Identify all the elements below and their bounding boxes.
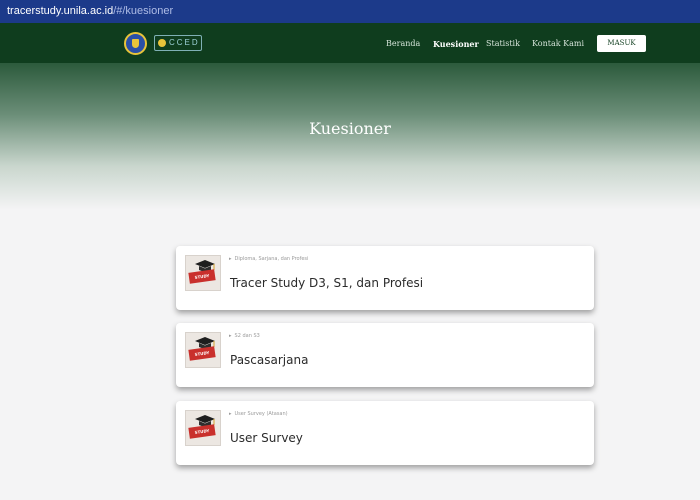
study-badge-icon: STUDY [188, 424, 216, 439]
top-navbar: CCED Beranda Kuesioner Statistik Kontak … [0, 23, 700, 63]
nav-link-statistik[interactable]: Statistik [486, 39, 520, 48]
page-title: Kuesioner [309, 119, 391, 138]
card-subtitle: Diploma, Sarjana, dan Profesi [229, 256, 309, 262]
questionnaire-card-d3-s1-profesi[interactable]: STUDY Diploma, Sarjana, dan Profesi Trac… [176, 246, 594, 310]
study-badge-icon: STUDY [188, 346, 216, 361]
card-thumbnail: STUDY [185, 332, 221, 368]
card-subtitle: User Survey (Atasan) [229, 411, 288, 417]
url-path: /#/kuesioner [113, 5, 174, 17]
questionnaire-card-user-survey[interactable]: STUDY User Survey (Atasan) User Survey [176, 401, 594, 465]
address-bar[interactable]: tracerstudy.unila.ac.id/#/kuesioner [0, 0, 700, 23]
nav-link-beranda[interactable]: Beranda [386, 39, 420, 48]
card-thumbnail: STUDY [185, 410, 221, 446]
cced-logo-text: CCED [169, 38, 200, 47]
nav-link-kontak-kami[interactable]: Kontak Kami [532, 39, 584, 48]
card-title: Pascasarjana [230, 353, 309, 367]
study-badge-icon: STUDY [188, 269, 216, 284]
questionnaire-card-pascasarjana[interactable]: STUDY S2 dan S3 Pascasarjana [176, 323, 594, 387]
unila-logo-icon[interactable] [124, 32, 147, 55]
card-title: Tracer Study D3, S1, dan Profesi [230, 276, 424, 290]
cced-logo[interactable]: CCED [154, 35, 202, 51]
card-subtitle: S2 dan S3 [229, 333, 260, 339]
masuk-button[interactable]: MASUK [597, 35, 646, 52]
hero-banner: Kuesioner [0, 63, 700, 210]
nav-link-kuesioner[interactable]: Kuesioner [433, 39, 479, 49]
card-thumbnail: STUDY [185, 255, 221, 291]
card-title: User Survey [230, 431, 303, 445]
url-host: tracerstudy.unila.ac.id [7, 5, 114, 17]
